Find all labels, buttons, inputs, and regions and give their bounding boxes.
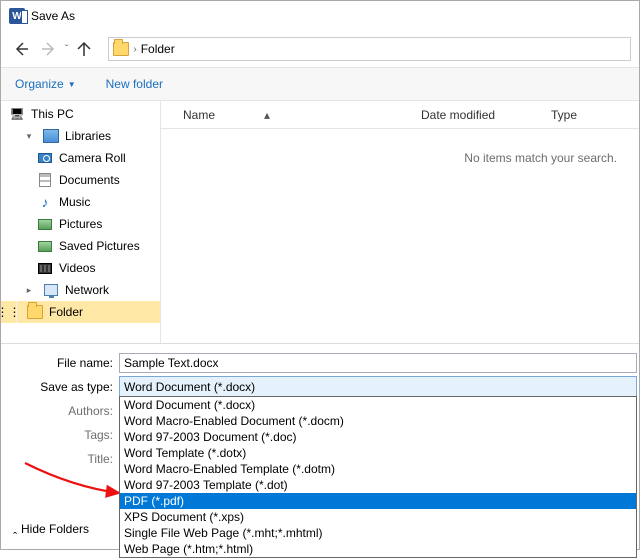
content-pane: Name ▴ Date modified Type No items match…	[161, 101, 639, 343]
tree-label: Folder	[49, 305, 83, 319]
pc-icon	[9, 106, 25, 122]
sort-indicator-icon: ▴	[255, 108, 279, 122]
expand-icon[interactable]: ▸	[21, 282, 37, 298]
breadcrumb-folder[interactable]: Folder	[141, 42, 175, 56]
form-area: File name: Save as type: Word Document (…	[1, 344, 639, 398]
filename-label: File name:	[1, 356, 119, 370]
pictures-icon	[38, 219, 52, 230]
dropdown-option[interactable]: Word 97-2003 Document (*.doc)	[120, 429, 636, 445]
dropdown-option[interactable]: PDF (*.pdf)	[120, 493, 636, 509]
chevron-right-icon: ›	[133, 44, 136, 55]
metadata-block: Authors: Tags: Title:	[1, 400, 119, 472]
tree-item-videos[interactable]: Videos	[1, 257, 160, 279]
tree-item-camera-roll[interactable]: Camera Roll	[1, 147, 160, 169]
saveastype-value: Word Document (*.docx)	[124, 380, 255, 394]
hide-folders-label: Hide Folders	[21, 522, 89, 536]
tree-label: Documents	[59, 173, 120, 187]
tree-label: This PC	[31, 107, 74, 121]
videos-icon	[38, 263, 52, 274]
hide-folders-button[interactable]: ˇ Hide Folders	[13, 522, 89, 536]
tree-item-documents[interactable]: Documents	[1, 169, 160, 191]
saveastype-dropdown[interactable]: Word Document (*.docx)Word Macro-Enabled…	[119, 396, 637, 558]
tree-item-folder[interactable]: ⋮⋮ Folder	[1, 301, 160, 323]
tree-label: Libraries	[65, 129, 111, 143]
tree-label: Network	[65, 283, 109, 297]
saveastype-label: Save as type:	[1, 380, 119, 394]
tree-item-this-pc[interactable]: This PC	[1, 103, 160, 125]
dropdown-option[interactable]: XPS Document (*.xps)	[120, 509, 636, 525]
tree-label: Videos	[59, 261, 95, 275]
main-area: This PC ▾ Libraries Camera Roll Documents…	[1, 101, 639, 343]
document-icon	[39, 173, 51, 187]
tree-item-music[interactable]: Music	[1, 191, 160, 213]
tree-label: Saved Pictures	[59, 239, 140, 253]
saveastype-combo[interactable]: Word Document (*.docx)	[119, 376, 637, 398]
dropdown-option[interactable]: Word Macro-Enabled Document (*.docm)	[120, 413, 636, 429]
tree-label: Music	[59, 195, 90, 209]
dropdown-option[interactable]: Word Macro-Enabled Template (*.dotm)	[120, 461, 636, 477]
toolbar: Organize ▼ New folder	[1, 67, 639, 101]
libraries-icon	[43, 129, 59, 143]
nav-up-button[interactable]	[72, 37, 96, 61]
folder-icon	[27, 305, 43, 319]
empty-message: No items match your search.	[161, 129, 639, 165]
nav-back-button[interactable]	[9, 37, 33, 61]
camera-icon	[38, 153, 52, 163]
chevron-up-icon: ˇ	[13, 522, 17, 536]
recent-locations-dropdown[interactable]: ˇ	[65, 44, 68, 55]
authors-label: Authors:	[1, 404, 119, 418]
dropdown-option[interactable]: Single File Web Page (*.mht;*.mhtml)	[120, 525, 636, 541]
dropdown-option[interactable]: Word Document (*.docx)	[120, 397, 636, 413]
tree-item-saved-pictures[interactable]: Saved Pictures	[1, 235, 160, 257]
column-name[interactable]: Name	[183, 108, 215, 122]
tree-item-pictures[interactable]: Pictures	[1, 213, 160, 235]
pictures-icon	[38, 241, 52, 252]
dropdown-option[interactable]: Word 97-2003 Template (*.dot)	[120, 477, 636, 493]
column-type[interactable]: Type	[551, 108, 639, 122]
tags-label: Tags:	[1, 428, 119, 442]
nav-bar: ˇ › Folder	[1, 31, 639, 67]
column-date[interactable]: Date modified	[421, 108, 551, 122]
network-icon	[44, 284, 58, 296]
filename-input[interactable]	[119, 353, 637, 373]
word-icon: W	[9, 8, 25, 24]
title-bar: W Save As	[1, 1, 639, 31]
new-folder-button[interactable]: New folder	[106, 77, 163, 91]
tree-label: Pictures	[59, 217, 102, 231]
dropdown-option[interactable]: Word Template (*.dotx)	[120, 445, 636, 461]
folder-icon	[113, 42, 129, 56]
music-icon	[37, 194, 53, 210]
sidebar: This PC ▾ Libraries Camera Roll Documents…	[1, 101, 161, 343]
window-title: Save As	[31, 9, 75, 23]
organize-button[interactable]: Organize ▼	[15, 77, 76, 91]
tree-label: Camera Roll	[59, 151, 126, 165]
column-headers: Name ▴ Date modified Type	[161, 101, 639, 129]
tree-item-network[interactable]: ▸ Network	[1, 279, 160, 301]
organize-label: Organize	[15, 77, 64, 91]
tree-item-libraries[interactable]: ▾ Libraries	[1, 125, 160, 147]
chevron-down-icon: ▼	[68, 80, 76, 89]
address-bar[interactable]: › Folder	[108, 37, 631, 61]
nav-forward-button[interactable]	[37, 37, 61, 61]
drag-handle[interactable]: ⋮⋮	[1, 301, 17, 323]
title-label: Title:	[1, 452, 119, 466]
expand-icon[interactable]: ▾	[21, 128, 37, 144]
dropdown-option[interactable]: Web Page (*.htm;*.html)	[120, 541, 636, 557]
